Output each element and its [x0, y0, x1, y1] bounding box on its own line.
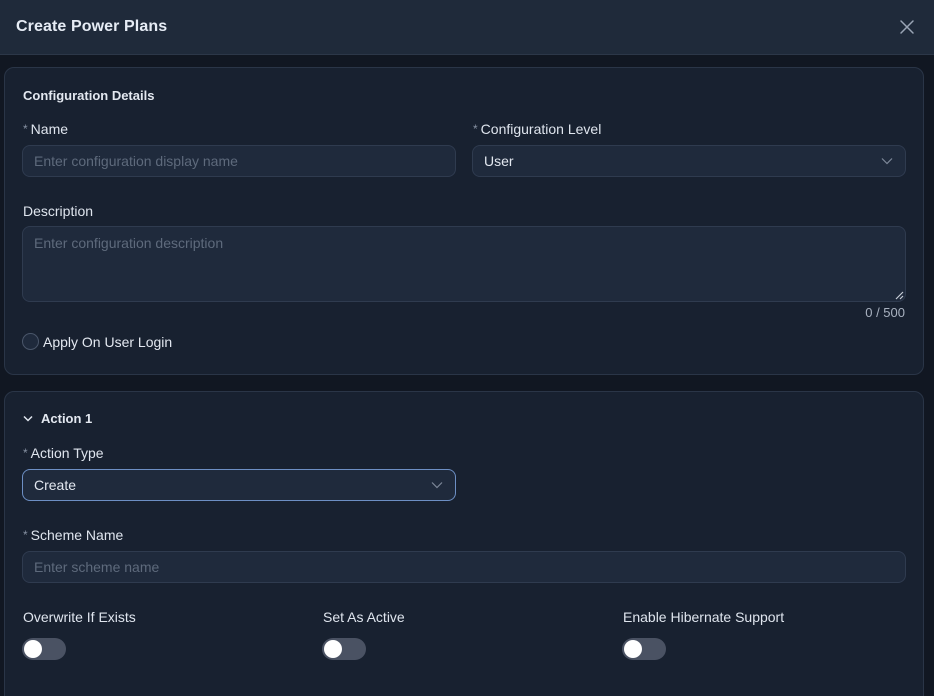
- chevron-down-icon: [23, 415, 33, 422]
- action-type-value: Create: [34, 477, 77, 493]
- dialog-header: Create Power Plans: [0, 0, 934, 55]
- scheme-name-input[interactable]: [22, 551, 906, 583]
- toggle-knob: [324, 640, 342, 658]
- description-textarea[interactable]: [22, 226, 906, 302]
- enable-hibernate-support-label: Enable Hibernate Support: [623, 609, 785, 625]
- action-type-select[interactable]: Create: [22, 469, 456, 501]
- close-icon: [900, 20, 914, 34]
- description-label: Description: [23, 203, 94, 219]
- description-char-counter: 0 / 500: [865, 305, 905, 320]
- name-input[interactable]: [22, 145, 456, 177]
- name-label: * Name: [23, 121, 69, 137]
- action-title: Action 1: [41, 411, 93, 426]
- enable-hibernate-support-toggle[interactable]: [622, 638, 666, 660]
- description-wrapper: [22, 226, 906, 302]
- action-collapse-toggle[interactable]: Action 1: [23, 411, 92, 426]
- checkbox-circle[interactable]: [22, 333, 39, 350]
- action-card: Action 1 * Action Type Create * Scheme Nam…: [4, 391, 924, 696]
- configuration-details-card: Configuration Details *Name *Configurati…: [4, 67, 924, 375]
- dialog-title: Create Power Plans: [16, 18, 168, 35]
- overwrite-if-exists-toggle[interactable]: [22, 638, 66, 660]
- action-type-label: * Action Type: [23, 445, 104, 461]
- toggle-knob: [24, 640, 42, 658]
- apply-on-user-login-label: Apply On User Login: [43, 333, 173, 350]
- configuration-level-label: * Configuration Level: [473, 121, 602, 137]
- toggle-knob: [624, 640, 642, 658]
- chevron-down-icon: [431, 482, 443, 489]
- scheme-name-label: * Scheme Name: [23, 527, 124, 543]
- configuration-level-select[interactable]: User: [472, 145, 906, 177]
- overwrite-if-exists-label: Overwrite If Exists: [23, 609, 136, 625]
- configuration-level-value: User: [484, 153, 514, 169]
- close-button[interactable]: [896, 16, 918, 38]
- resize-grip-icon[interactable]: [895, 291, 904, 300]
- chevron-down-icon: [881, 158, 893, 165]
- set-as-active-label: Set As Active: [323, 609, 405, 625]
- set-as-active-toggle[interactable]: [322, 638, 366, 660]
- section-title: Configuration Details: [23, 88, 155, 103]
- apply-on-user-login-checkbox[interactable]: Apply On User Login: [22, 333, 172, 350]
